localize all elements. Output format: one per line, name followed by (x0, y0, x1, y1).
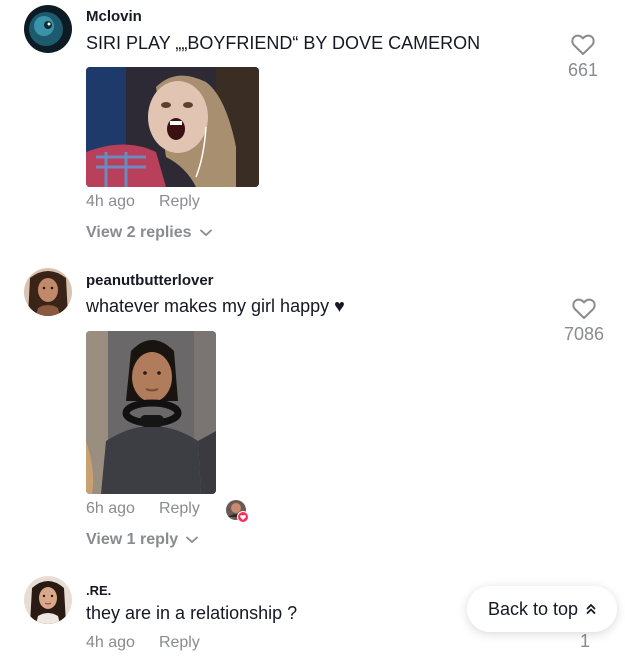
comment-time: 6h ago (86, 500, 135, 517)
chevron-down-icon (186, 536, 199, 544)
comment-text: they are in a relationship ? (86, 603, 298, 623)
chevron-down-icon (199, 229, 212, 237)
comment-meta: 6h ago Reply (86, 500, 200, 518)
comment-meta: 4h ago Reply (86, 634, 200, 652)
comment-text: SIRI PLAY „„BOYFRIEND“ BY DOVE CAMERON (86, 33, 481, 53)
comment-text-body: whatever makes my girl happy (86, 296, 330, 316)
double-chevron-up-icon (586, 604, 596, 614)
view-replies-label: View 2 replies (86, 224, 192, 241)
like-count: 661 (567, 60, 599, 80)
reply-button[interactable]: Reply (159, 193, 200, 211)
user-avatar[interactable] (24, 576, 72, 624)
comment-image[interactable] (86, 331, 216, 494)
user-avatar[interactable] (24, 5, 72, 53)
view-replies-label: View 1 reply (86, 531, 179, 548)
comment-time: 4h ago (86, 193, 135, 210)
reply-button[interactable]: Reply (159, 634, 200, 652)
heart-icon[interactable] (571, 34, 595, 56)
like-container: 661 (553, 34, 613, 81)
view-replies-button[interactable]: View 1 reply (86, 531, 199, 549)
back-to-top-label: Back to top (487, 598, 579, 619)
black-heart-emoji: ♥ (334, 296, 345, 316)
creator-liked-avatar (225, 499, 249, 523)
comment-image[interactable] (86, 67, 259, 187)
comment-meta: 4h ago Reply (86, 193, 200, 211)
like-container: 1 (555, 631, 615, 652)
like-count: 7086 (563, 324, 605, 344)
comment-text: whatever makes my girl happy ♥ (86, 296, 345, 317)
heart-icon[interactable] (572, 298, 596, 320)
view-replies-button[interactable]: View 2 replies (86, 224, 212, 242)
user-avatar[interactable] (24, 268, 72, 316)
comment-username[interactable]: Mclovin (86, 8, 142, 25)
comment-time: 4h ago (86, 634, 135, 651)
back-to-top-button[interactable]: Back to top (467, 586, 617, 632)
like-count: 1 (579, 631, 590, 651)
reply-button[interactable]: Reply (159, 500, 200, 518)
like-container: 7086 (554, 298, 614, 345)
comment-username[interactable]: peanutbutterlover (86, 272, 214, 289)
comment-username[interactable]: .RE. (86, 583, 111, 598)
